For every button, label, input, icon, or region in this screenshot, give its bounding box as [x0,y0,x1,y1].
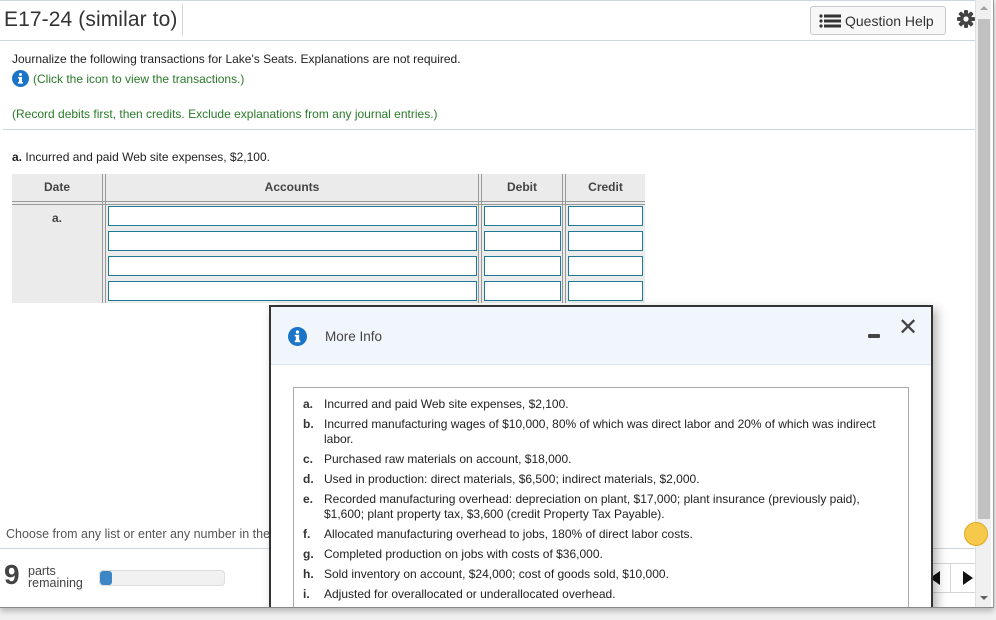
account-input-row-4[interactable] [108,281,477,301]
transaction-item: c. Purchased raw materials on account, $1… [303,452,893,467]
parts-remaining-label: parts remaining [28,565,83,590]
account-input-row-2[interactable] [108,231,477,251]
transaction-letter: h. [303,567,314,581]
debit-input-row-1[interactable] [484,206,561,226]
question-help-button[interactable]: Question Help [810,6,946,35]
parts-remaining-count: 9 [4,559,20,590]
header-row-divider [12,201,645,205]
transaction-item: d. Used in production: direct materials, … [303,472,893,487]
transaction-text: Allocated manufacturing overhead to jobs… [324,527,693,541]
nav-separator [950,563,951,593]
transaction-text: Adjusted for overallocated or underalloc… [324,587,616,601]
parts-label-line2: remaining [28,576,83,590]
transaction-item: a. Incurred and paid Web site expenses, $… [303,397,893,412]
transactions-box: a. Incurred and paid Web site expenses, $… [293,387,909,607]
transaction-text: Purchased raw materials on account, $18,… [324,452,572,466]
instructions-text: Journalize the following transactions fo… [12,52,461,66]
page-title: E17-24 (similar to) [4,8,178,31]
parts-progress-bar [99,570,225,586]
transaction-text: Recorded manufacturing overhead: depreci… [324,492,860,521]
transaction-text: Used in production: direct materials, $6… [324,472,700,486]
part-question: a. Incurred and paid Web site expenses, … [12,150,270,164]
part-letter: a. [12,150,23,164]
info-icon [288,327,307,346]
transaction-text: Incurred and paid Web site expenses, $2,… [324,397,569,411]
header-separator [182,4,183,36]
more-info-dialog: More Info ✕ a. Incurred and paid Web site… [269,305,933,607]
debit-input-row-3[interactable] [484,256,561,276]
credit-input-row-3[interactable] [568,256,643,276]
dialog-title: More Info [325,329,383,344]
column-divider [102,174,106,303]
transaction-item: f. Allocated manufacturing overhead to jo… [303,527,893,542]
entry-date-label: a. [51,211,62,225]
transaction-item: b. Incurred manufacturing wages of $10,00… [303,417,893,447]
transaction-letter: g. [303,547,314,561]
transaction-letter: i. [303,587,310,601]
transaction-letter: b. [303,417,314,431]
section-divider [3,129,975,130]
transaction-item: e. Recorded manufacturing overhead: depre… [303,492,893,522]
transaction-letter: c. [303,452,314,466]
transaction-text: Incurred manufacturing wages of $10,000,… [324,417,876,446]
journal-entry-table: Date Accounts Debit Credit a. [12,174,645,303]
minimize-icon[interactable] [868,327,882,341]
list-icon [819,13,841,28]
transaction-letter: f. [303,527,311,541]
transaction-item: g. Completed production on jobs with cost… [303,547,893,562]
debit-input-row-4[interactable] [484,281,561,301]
view-transactions-link[interactable]: (Click the icon to view the transactions… [12,70,244,87]
progress-fill [100,571,113,585]
part-question-text: Incurred and paid Web site expenses, $2,… [25,150,270,164]
transaction-item: h. Sold inventory on account, $24,000; co… [303,567,893,582]
transaction-letter: a. [303,397,314,411]
header-divider [0,40,975,41]
scroll-down-arrow-icon[interactable] [980,596,988,600]
transactions-list: a. Incurred and paid Web site expenses, $… [303,397,893,607]
recording-note: (Record debits first, then credits. Excl… [12,107,438,121]
info-icon[interactable] [12,70,29,87]
close-icon[interactable]: ✕ [898,315,918,341]
next-question-icon[interactable] [963,571,973,585]
credit-input-row-1[interactable] [568,206,643,226]
column-header-debit: Debit [507,180,537,194]
page-frame: E17-24 (similar to) Question Help Journa… [0,0,994,608]
column-header-date: Date [43,180,70,194]
gear-icon[interactable] [957,10,975,33]
account-input-row-1[interactable] [108,206,477,226]
feedback-smiley-icon[interactable] [964,522,988,546]
info-link-text[interactable]: (Click the icon to view the transactions… [33,72,244,86]
account-input-row-3[interactable] [108,256,477,276]
column-header-accounts: Accounts [264,180,320,194]
transaction-letter: d. [303,472,314,486]
credit-input-row-4[interactable] [568,281,643,301]
column-divider [562,174,566,303]
top-border [0,0,975,1]
dialog-header[interactable]: More Info ✕ [271,307,931,365]
transaction-text: Sold inventory on account, $24,000; cost… [324,567,669,581]
transaction-item: i. Adjusted for overallocated or underall… [303,587,893,602]
scroll-up-arrow-icon[interactable] [980,6,988,10]
question-help-label: Question Help [845,12,934,29]
scrollbar-thumb[interactable] [978,19,990,519]
column-divider [478,174,482,303]
column-header-credit: Credit [588,180,623,194]
transaction-letter: e. [303,492,314,506]
transaction-text: Completed production on jobs with costs … [324,547,603,561]
credit-input-row-2[interactable] [568,231,643,251]
vertical-scrollbar[interactable] [975,0,991,607]
debit-input-row-2[interactable] [484,231,561,251]
